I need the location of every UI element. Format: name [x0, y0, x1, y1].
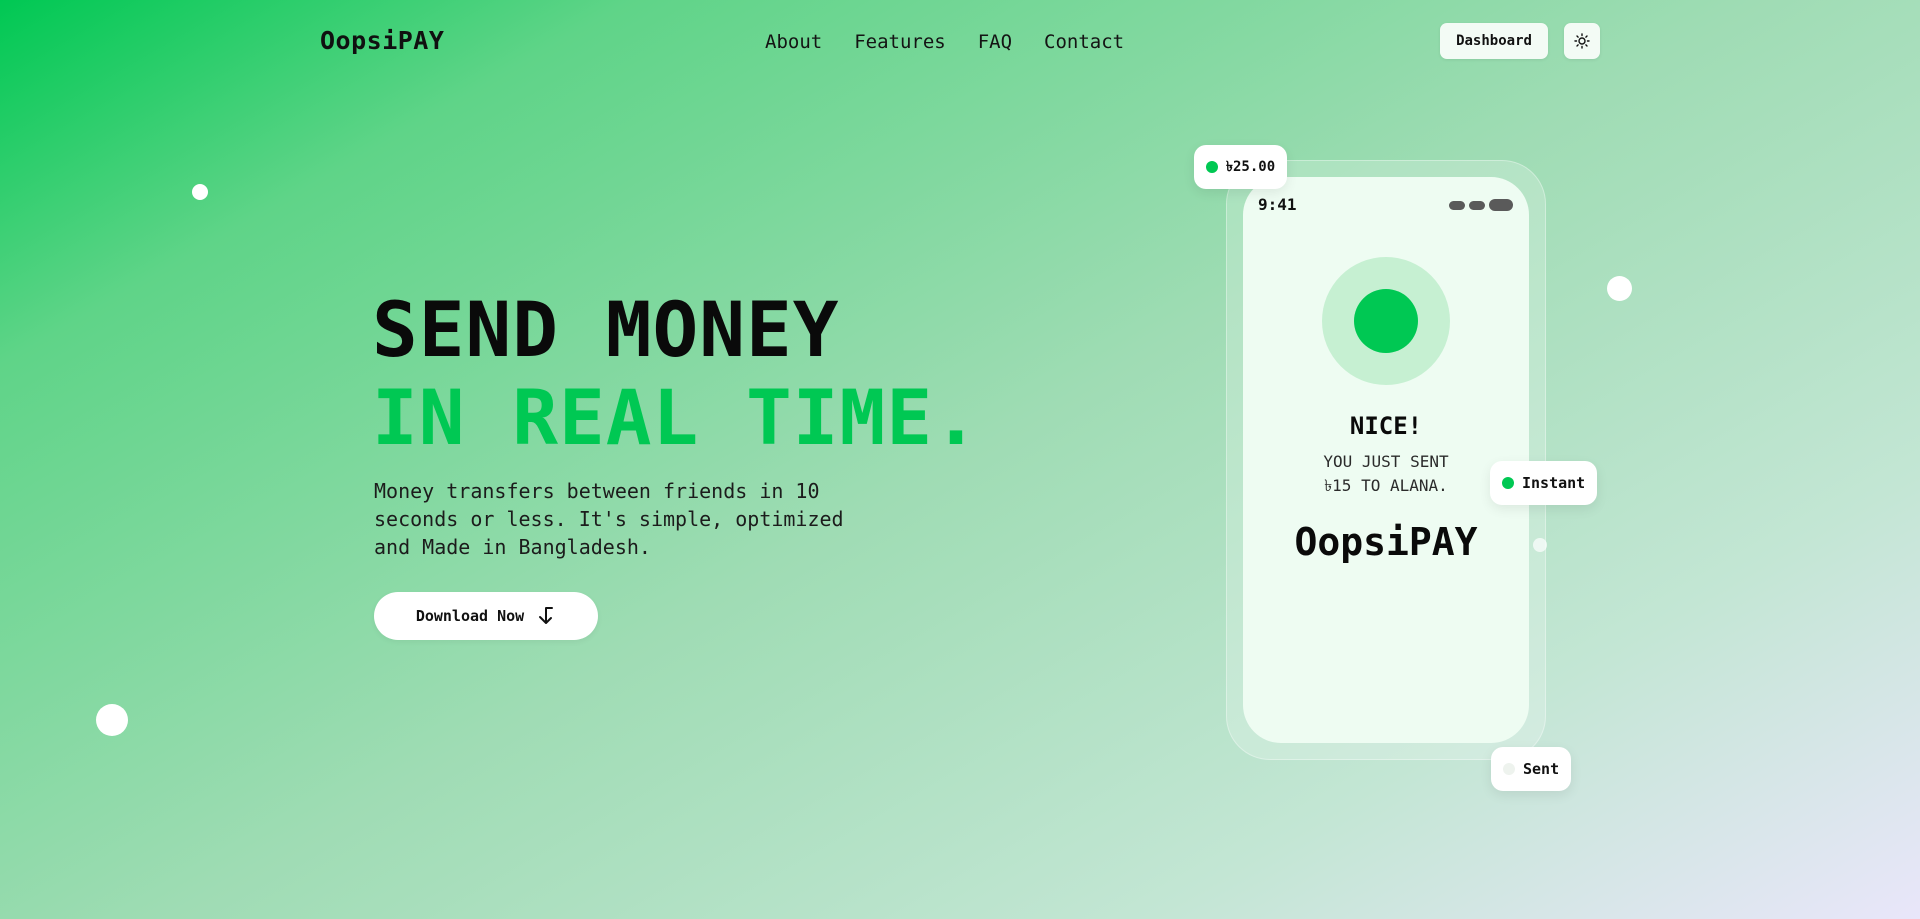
sent-message: YOU JUST SENT ৳15 TO ALANA. [1243, 450, 1529, 498]
success-dot-icon [1354, 289, 1418, 353]
theme-toggle-button[interactable] [1564, 23, 1600, 59]
headline-line-2: IN REAL TIME. [372, 373, 980, 462]
arrow-down-left-icon [539, 607, 554, 624]
dashboard-button[interactable]: Dashboard [1440, 23, 1548, 59]
nav-link-contact[interactable]: Contact [1044, 31, 1124, 53]
battery-indicator-icon [1489, 199, 1513, 211]
decor-dot [192, 184, 208, 200]
sent-chip: Sent [1491, 747, 1572, 791]
download-button-label: Download Now [415, 607, 525, 625]
phone-status-time: 9:41 [1258, 195, 1297, 214]
hero-subtitle: Money transfers between friends in 10 se… [374, 479, 844, 559]
nav-link-faq[interactable]: FAQ [978, 31, 1012, 53]
status-dot-icon [1503, 763, 1515, 775]
instant-chip-label: Instant [1522, 474, 1586, 492]
wifi-indicator-icon [1469, 201, 1485, 210]
headline-line-1: SEND MONEY [372, 285, 840, 374]
status-dot-icon [1206, 161, 1218, 173]
brand-logo[interactable]: OopsiPAY [320, 26, 444, 55]
nav-link-about[interactable]: About [765, 31, 822, 53]
amount-chip-label: ৳25.00 [1226, 159, 1276, 175]
download-now-button[interactable]: Download Now [374, 592, 598, 640]
sent-message-line-2: ৳15 TO ALANA. [1324, 476, 1448, 495]
nav-link-features[interactable]: Features [854, 31, 946, 53]
sent-message-line-1: YOU JUST SENT [1323, 452, 1449, 471]
success-title: NICE! [1349, 412, 1423, 440]
status-dot-icon [1502, 477, 1514, 489]
decor-dot [1607, 276, 1632, 301]
instant-chip: Instant [1490, 461, 1598, 505]
sun-icon [1574, 33, 1590, 49]
phone-brand: OopsiPAY [1294, 520, 1478, 564]
signal-indicator-icon [1449, 201, 1465, 210]
amount-chip: ৳25.00 [1194, 145, 1288, 189]
main-nav: About Features FAQ Contact [765, 31, 1124, 53]
sent-chip-label: Sent [1523, 760, 1560, 778]
decor-dot [96, 704, 128, 736]
